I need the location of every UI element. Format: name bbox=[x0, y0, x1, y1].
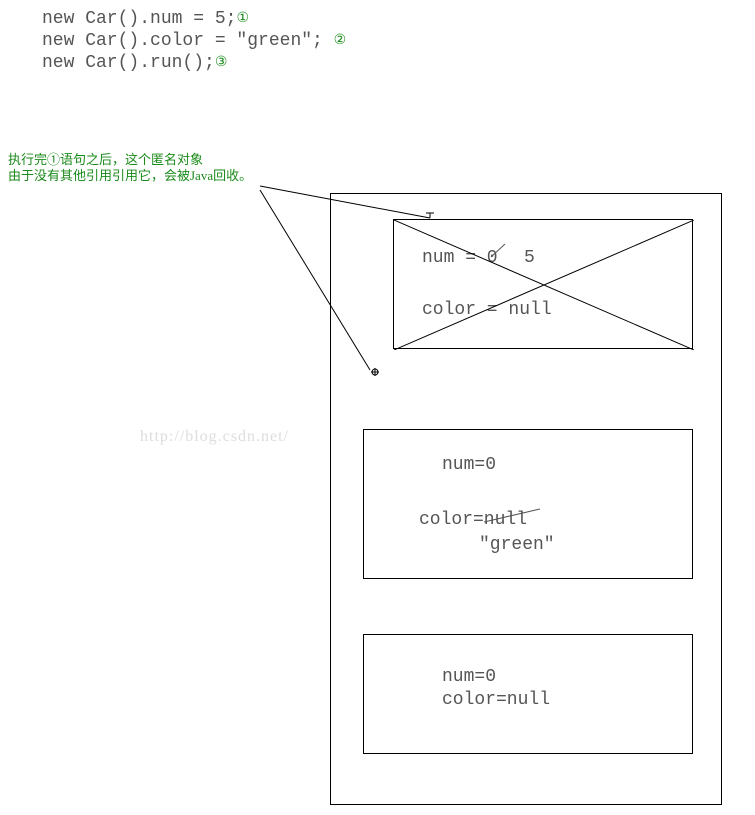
obj1-num: num = 0 bbox=[422, 248, 498, 268]
marker-2-icon: ② bbox=[334, 33, 347, 49]
obj2-color: color=null bbox=[419, 510, 527, 530]
marker-3-icon: ③ bbox=[215, 55, 228, 71]
obj2-num: num=0 bbox=[442, 455, 496, 475]
object-box-3: num=0 color=null bbox=[363, 634, 693, 754]
object-box-2: num=0 color=null "green" bbox=[363, 429, 693, 579]
marker-1-icon: ① bbox=[236, 11, 249, 27]
code-block: new Car().num = 5;① new Car().color = "g… bbox=[42, 8, 346, 74]
obj2-color-new: "green" bbox=[479, 535, 555, 555]
code-text: new Car().color = "green"; bbox=[42, 31, 323, 51]
annotation-line-1: 执行完①语句之后，这个匿名对象 bbox=[8, 152, 252, 168]
obj1-num-new: 5 bbox=[524, 248, 535, 268]
code-text: new Car().run(); bbox=[42, 53, 215, 73]
obj3-num: num=0 bbox=[442, 667, 496, 687]
watermark: http://blog.csdn.net/ bbox=[140, 428, 289, 446]
obj1-color: color = null bbox=[422, 300, 552, 320]
annotation-text: 执行完①语句之后，这个匿名对象 由于没有其他引用引用它，会被Java回收。 bbox=[8, 152, 252, 184]
code-line-1: new Car().num = 5;① bbox=[42, 8, 346, 30]
object-box-1: num = 0 5 color = null bbox=[393, 219, 693, 349]
cross-out-icon bbox=[394, 220, 694, 350]
code-line-3: new Car().run();③ bbox=[42, 52, 346, 74]
obj3-color: color=null bbox=[442, 690, 550, 710]
annotation-line-2: 由于没有其他引用引用它，会被Java回收。 bbox=[8, 168, 252, 184]
code-line-2: new Car().color = "green"; ② bbox=[42, 30, 346, 52]
code-text: new Car().num = 5; bbox=[42, 9, 236, 29]
heap-container: num = 0 5 color = null num=0 color=null … bbox=[330, 193, 722, 805]
